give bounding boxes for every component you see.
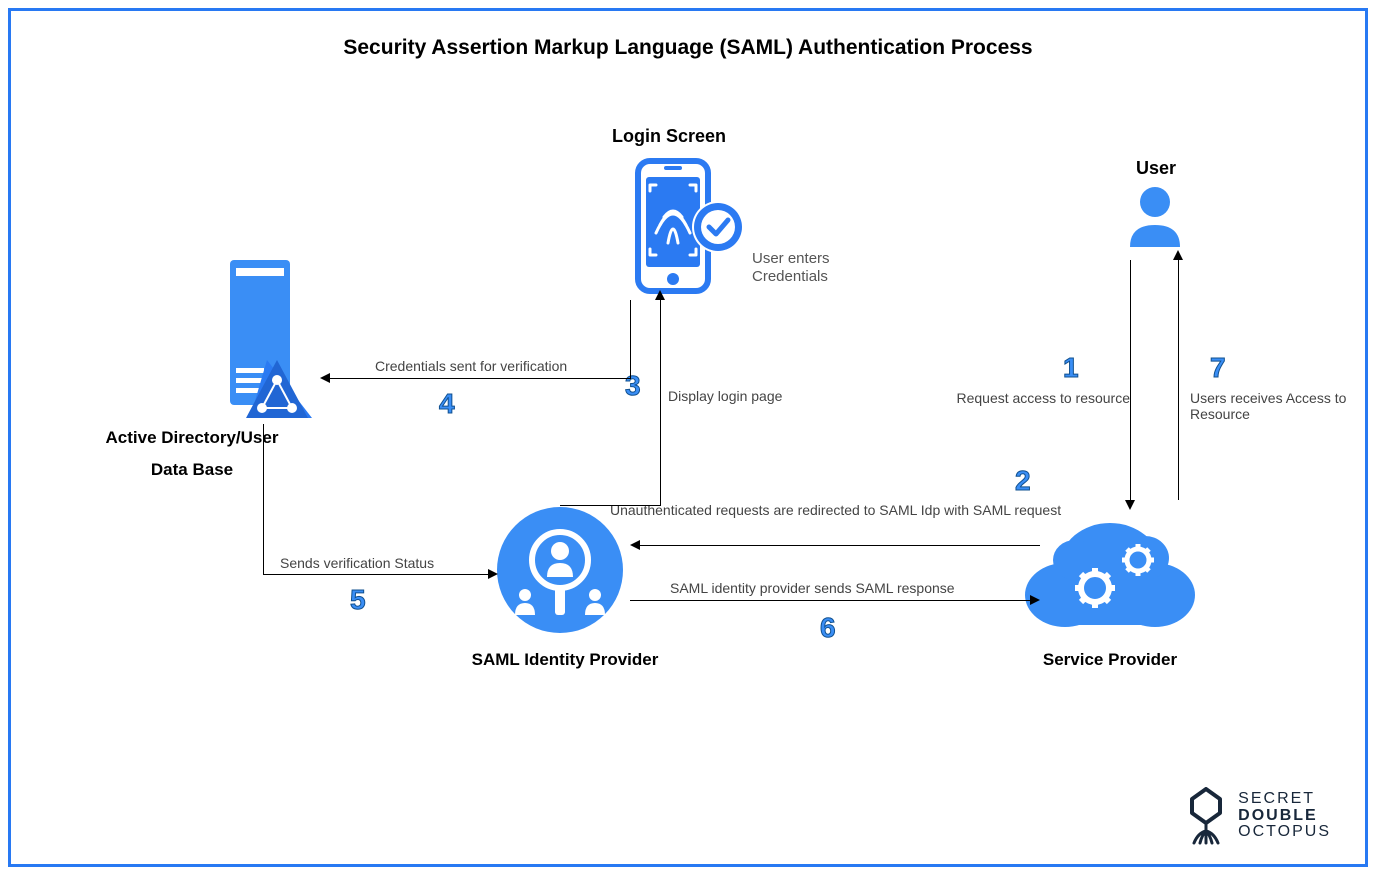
- step-5-num: 5: [350, 584, 366, 616]
- sp-label: Service Provider: [1020, 650, 1200, 670]
- arrow-1-head: [1125, 500, 1135, 510]
- step-4-num: 4: [439, 388, 455, 420]
- login-screen-sub-line1: User enters: [752, 250, 830, 267]
- arrow-5b: [263, 574, 488, 575]
- step-3-text: Display login page: [668, 388, 782, 404]
- idp-label: SAML Identity Provider: [450, 650, 680, 670]
- arrow-7-head: [1173, 250, 1183, 260]
- service-provider-icon: [1020, 510, 1200, 640]
- arrow-7: [1178, 260, 1179, 500]
- arrow-3-head: [655, 290, 665, 300]
- step-2-num: 2: [1015, 465, 1031, 497]
- idp-icon: [495, 505, 625, 640]
- arrow-6: [630, 600, 1030, 601]
- arrow-3b: [660, 300, 661, 506]
- arrow-4b: [330, 378, 631, 379]
- arrow-4a: [630, 300, 631, 378]
- step-2-text: Unauthenticated requests are redirected …: [610, 502, 1110, 518]
- step-7-num: 7: [1210, 352, 1226, 384]
- arrow-6-head: [1030, 595, 1040, 605]
- login-screen-icon: [620, 155, 750, 310]
- arrow-2-head: [630, 540, 640, 550]
- user-icon: [1125, 185, 1185, 255]
- arrow-3a: [560, 505, 660, 506]
- ad-label-2: Data Base: [82, 460, 302, 480]
- arrow-1: [1130, 260, 1131, 500]
- step-3-num: 3: [625, 370, 641, 402]
- arrow-4-head: [320, 373, 330, 383]
- ad-label-1: Active Directory/User: [82, 428, 302, 448]
- step-5-text: Sends verification Status: [280, 555, 434, 571]
- arrow-5a: [263, 424, 264, 574]
- octopus-icon: [1182, 787, 1230, 845]
- active-directory-icon: [222, 260, 317, 425]
- brand-text: SECRET DOUBLE OCTOPUS: [1238, 791, 1331, 841]
- arrow-5-head: [488, 569, 498, 579]
- arrow-2: [640, 545, 1040, 546]
- step-1-text: Request access to resource: [940, 390, 1130, 406]
- login-screen-sub-line2: Credentials: [752, 268, 828, 285]
- step-6-num: 6: [820, 612, 836, 644]
- user-label: User: [1136, 158, 1176, 179]
- step-7-text: Users receives Access to Resource: [1190, 390, 1350, 422]
- step-6-text: SAML identity provider sends SAML respon…: [670, 580, 955, 596]
- diagram-title: Security Assertion Markup Language (SAML…: [0, 36, 1376, 60]
- step-4-text: Credentials sent for verification: [375, 358, 567, 374]
- brand-logo: SECRET DOUBLE OCTOPUS: [1182, 787, 1331, 845]
- login-screen-label: Login Screen: [612, 126, 726, 147]
- step-1-num: 1: [1063, 352, 1079, 384]
